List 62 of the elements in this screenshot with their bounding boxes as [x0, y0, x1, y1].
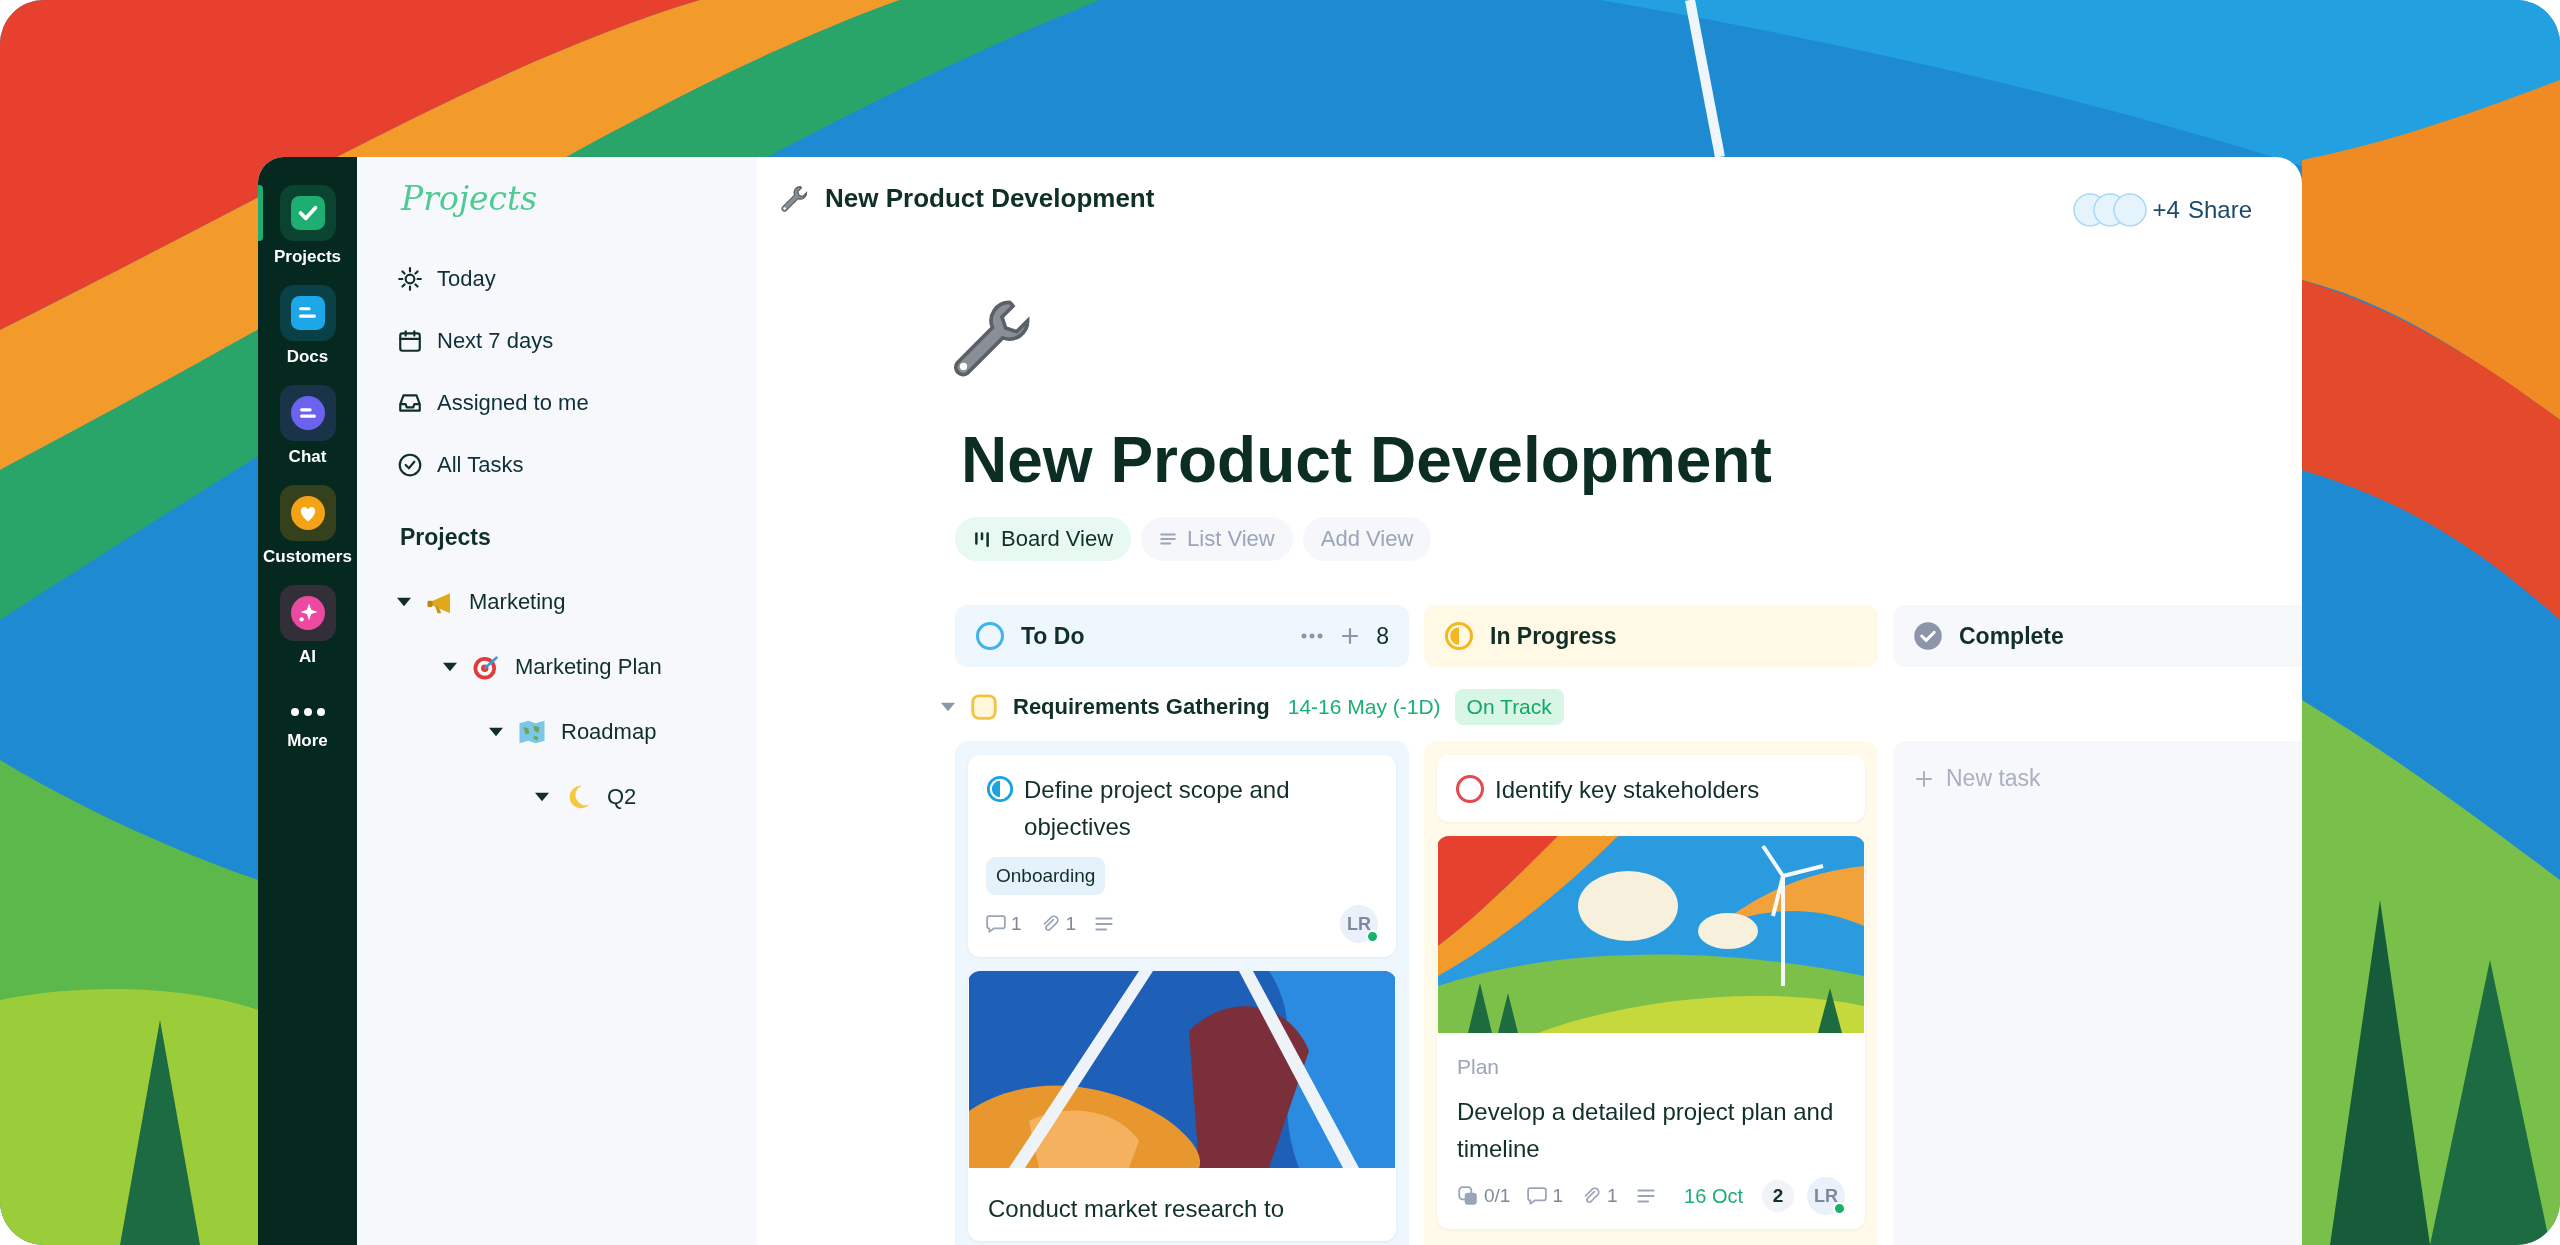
task-card[interactable]: Plan Develop a detailed project plan and timeline 0/1 1 1 16 Oct 2 LR [1437, 836, 1865, 1229]
section-heading: Projects [400, 524, 492, 551]
member-count: +4 [2152, 196, 2180, 224]
assignee-avatar: LR [1807, 1177, 1845, 1215]
more-icon [1300, 632, 1325, 640]
rail-button[interactable]: Docs [260, 281, 355, 371]
page-title: New Product Development [825, 183, 1155, 214]
column-header: In Progress [1424, 605, 1878, 667]
attachment-count: 1 [1607, 1185, 1618, 1207]
due-date: 16 Oct [1684, 1184, 1743, 1208]
view-tab[interactable]: Board View [955, 517, 1132, 561]
nav-item[interactable]: Next 7 days [397, 310, 757, 372]
milestone-icon [969, 692, 999, 722]
status-badge: On Track [1454, 689, 1564, 725]
comment-icon [1527, 1186, 1548, 1206]
tree-item[interactable]: Marketing [397, 569, 757, 634]
count-badge: 2 [1762, 1180, 1794, 1212]
rail-button[interactable]: Customers [260, 481, 355, 571]
comment-count: 1 [1552, 1185, 1563, 1207]
avatar-icon [2112, 193, 2147, 227]
tag: Onboarding [986, 857, 1106, 895]
column-header: To Do 8 [955, 605, 1409, 667]
task-title: Develop a detailed project plan and timeline [1457, 1097, 1835, 1164]
task-title: Conduct market research to [988, 1194, 1285, 1224]
nav-item[interactable]: Today [397, 248, 757, 310]
tree-item[interactable]: Q2 [535, 764, 757, 829]
subtask-icon [1457, 1185, 1479, 1207]
list-icon [1159, 530, 1178, 548]
attachment-count: 1 [1065, 913, 1077, 935]
tree-item[interactable]: Roadmap [489, 699, 757, 764]
wrench-icon [779, 183, 809, 214]
list-name: Plan [1457, 1055, 1501, 1079]
sun-icon [397, 266, 423, 292]
task-title: Identify key stakeholders [1495, 775, 1760, 805]
rail-button[interactable]: Projects [260, 181, 355, 271]
column-header: Complete [1893, 605, 2302, 667]
nav-item[interactable]: Assigned to me [397, 372, 757, 434]
group-title: Requirements Gathering [1013, 694, 1270, 720]
nav-item[interactable]: All Tasks [397, 434, 757, 496]
rail-button[interactable]: More [260, 681, 355, 755]
task-count: 8 [1376, 622, 1389, 650]
plus-icon [1914, 768, 1934, 789]
comment-icon [986, 914, 1006, 934]
board-icon [973, 530, 991, 548]
date-range: 14-16 May (-1D) [1287, 695, 1441, 719]
task-card[interactable]: Identify key stakeholders [1437, 755, 1865, 822]
tree-item[interactable]: Marketing Plan [443, 634, 757, 699]
rail-button[interactable]: AI [260, 581, 355, 671]
comment-count: 1 [1011, 913, 1022, 935]
share-button[interactable]: Share [2179, 196, 2252, 224]
task-card[interactable]: Define project scope and objectives Onboarding 1 1 LR [968, 755, 1396, 957]
task-card[interactable]: Conduct market research to [968, 971, 1396, 1241]
more-icon [289, 707, 326, 717]
subtask-count: 0/1 [1484, 1185, 1511, 1207]
calendar-icon [397, 328, 423, 354]
plus-icon [1340, 626, 1361, 646]
task-title: Define project scope and objectives [1024, 775, 1291, 842]
assignee-avatar: LR [1340, 905, 1378, 943]
check-circle-icon [397, 452, 423, 478]
project-title: New Product Development [961, 423, 1773, 497]
sidebar-title: Projects [401, 179, 539, 218]
rail-button[interactable]: Chat [260, 381, 355, 471]
